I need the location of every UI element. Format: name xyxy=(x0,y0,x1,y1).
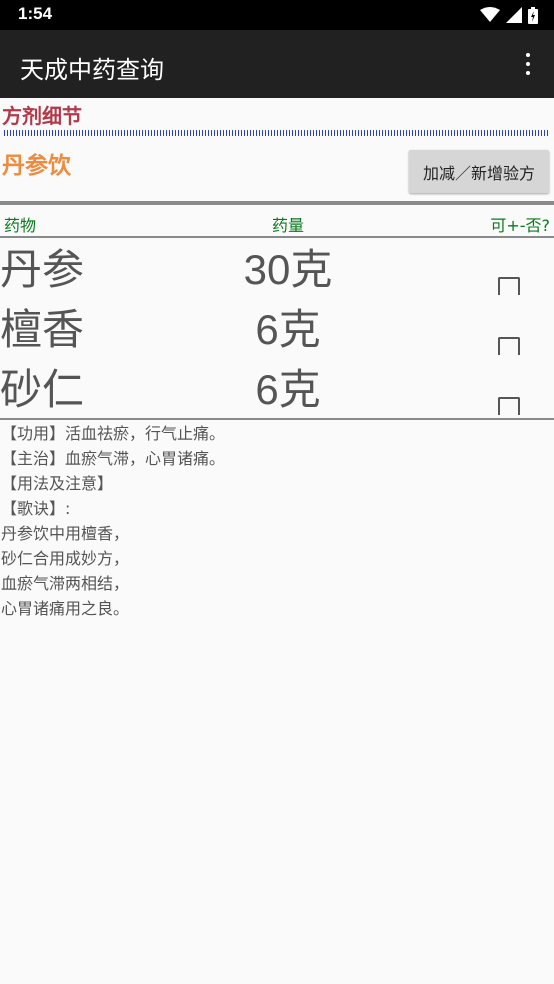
divider xyxy=(0,201,554,205)
table-row: 檀香 6克 xyxy=(0,300,554,360)
status-icons xyxy=(480,6,538,24)
wifi-icon xyxy=(480,7,500,22)
battery-icon xyxy=(528,6,538,24)
menu-dot xyxy=(526,62,530,66)
divider xyxy=(0,418,554,420)
herb-name: 丹参 xyxy=(0,245,85,294)
header-herb: 药物 xyxy=(4,216,37,235)
herb-name: 砂仁 xyxy=(0,365,85,414)
status-time: 1:54 xyxy=(18,4,53,23)
table-row: 砂仁 6克 xyxy=(0,360,554,420)
herb-dose: 30克 xyxy=(243,246,333,293)
detail-line: 【用法及注意】 xyxy=(1,474,114,493)
detail-line: 心胃诸痛用之良。 xyxy=(1,599,130,618)
menu-dot xyxy=(526,53,530,57)
herb-dose: 6克 xyxy=(255,366,321,413)
detail-line: 丹参饮中用檀香， xyxy=(1,524,130,543)
adjustable-checkbox[interactable] xyxy=(498,397,520,415)
detail-line: 【歌诀】: xyxy=(1,499,71,518)
table-row: 丹参 30克 xyxy=(0,240,554,300)
detail-line: 砂仁合用成妙方， xyxy=(1,549,130,568)
herb-dose: 6克 xyxy=(255,306,321,353)
app-bar: 天成中药查询 xyxy=(0,30,554,98)
status-bar: 1:54 xyxy=(0,0,554,30)
app-title: 天成中药查询 xyxy=(20,56,164,84)
herb-name: 檀香 xyxy=(0,305,85,354)
menu-dot xyxy=(526,71,530,75)
adjustable-checkbox[interactable] xyxy=(498,277,520,295)
more-vertical-icon[interactable] xyxy=(516,50,540,78)
signal-icon xyxy=(506,7,522,23)
modify-formula-button[interactable]: 加减／新增验方 xyxy=(409,150,549,193)
header-dose: 药量 xyxy=(272,216,305,235)
header-adjustable: 可+-否? xyxy=(490,216,550,235)
detail-line: 【功用】活血祛瘀，行气止痛。 xyxy=(1,424,226,443)
dotted-divider xyxy=(4,130,550,136)
table-header: 药物 药量 可+-否? xyxy=(0,208,554,238)
herb-list: 丹参 30克 檀香 6克 砂仁 6克 xyxy=(0,240,554,418)
section-title: 方剂细节 xyxy=(2,104,82,128)
detail-line: 血瘀气滞两相结， xyxy=(1,574,130,593)
formula-name: 丹参饮 xyxy=(2,153,71,179)
detail-line: 【主治】血瘀气滞，心胃诸痛。 xyxy=(1,449,226,468)
formula-details: 【功用】活血祛瘀，行气止痛。 【主治】血瘀气滞，心胃诸痛。 【用法及注意】 【歌… xyxy=(1,421,553,621)
adjustable-checkbox[interactable] xyxy=(498,337,520,355)
